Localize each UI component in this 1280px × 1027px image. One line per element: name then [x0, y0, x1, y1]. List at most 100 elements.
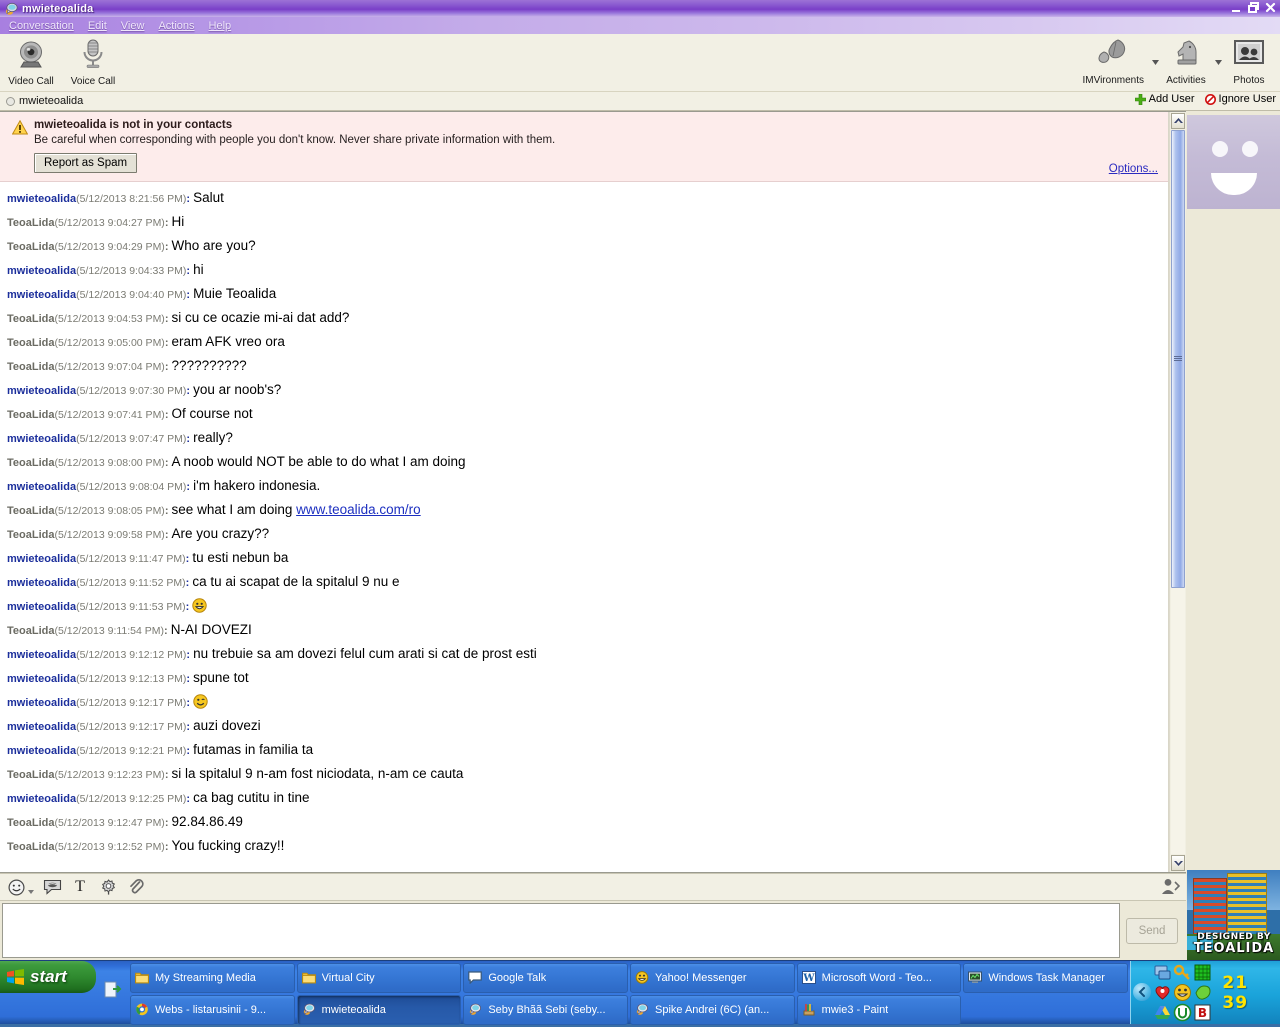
toolbar-right-group: IMVironments Activities — [1076, 36, 1276, 86]
restore-icon[interactable] — [1247, 1, 1260, 14]
taskbar-item[interactable]: Virtual City — [297, 963, 462, 993]
utorrent-icon[interactable] — [1173, 1003, 1192, 1022]
menu-view[interactable]: View — [116, 19, 154, 33]
menu-actions[interactable]: Actions — [153, 19, 203, 33]
add-user-button[interactable]: Add User — [1135, 93, 1195, 105]
buzz-icon[interactable] — [42, 877, 62, 897]
tray-clock[interactable]: 21 39 — [1222, 973, 1280, 1013]
minimize-icon[interactable] — [1230, 1, 1243, 14]
userrow-actions: Add User Ignore User — [1135, 93, 1276, 105]
message-separator: : — [164, 625, 171, 637]
taskbar-item[interactable]: Google Talk — [463, 963, 628, 993]
messenger-heart-icon[interactable] — [1153, 983, 1172, 1002]
send-button[interactable]: Send — [1126, 918, 1178, 944]
menu-view-label: View — [121, 20, 145, 32]
taskbar-item[interactable]: WMicrosoft Word - Teo... — [797, 963, 962, 993]
scroll-up-button[interactable] — [1171, 113, 1185, 129]
imvironments-button[interactable]: IMVironments — [1076, 36, 1150, 86]
menu-edit[interactable]: Edit — [83, 19, 116, 33]
video-call-button[interactable]: Video Call — [0, 37, 62, 87]
b-red-icon[interactable]: B — [1193, 1003, 1212, 1022]
message-timestamp: (5/12/2013 9:12:13 PM) — [76, 673, 186, 685]
taskbar-item[interactable]: My Streaming Media — [130, 963, 295, 993]
message-text: si cu ce ocazie mi-ai dat add? — [172, 310, 350, 325]
add-user-label: Add User — [1149, 93, 1195, 105]
message-timestamp: (5/12/2013 9:12:25 PM) — [76, 793, 186, 805]
scroll-down-button[interactable] — [1171, 855, 1185, 871]
text-font-icon[interactable]: T — [70, 877, 90, 897]
message-separator: : — [165, 313, 172, 325]
message-timestamp: (5/12/2013 9:08:00 PM) — [54, 457, 164, 469]
taskbar-item[interactable]: Seby Bhãã Sebi (seby... — [463, 995, 628, 1025]
options-link[interactable]: Options... — [1109, 163, 1158, 175]
message-text: Hi — [172, 214, 185, 229]
chevron-down-icon[interactable] — [1152, 52, 1159, 57]
emoticon-icon[interactable] — [6, 877, 26, 897]
conversation-scrollbar[interactable] — [1169, 112, 1186, 872]
message-sender: TeoaLida — [7, 505, 54, 517]
start-button[interactable]: start — [0, 961, 96, 993]
ignore-user-button[interactable]: Ignore User — [1205, 93, 1276, 105]
green-grid-icon[interactable] — [1193, 963, 1212, 982]
message-timestamp: (5/12/2013 9:11:54 PM) — [54, 625, 164, 637]
activities-label: Activities — [1166, 75, 1205, 86]
message-body-text: si la spitalul 9 n-am fost niciodata, n-… — [172, 766, 464, 781]
message-body-text: you ar noob's? — [193, 382, 281, 397]
contact-card-icon[interactable] — [1160, 877, 1180, 900]
message-sender: TeoaLida — [7, 241, 54, 253]
yahoo-smiley-icon[interactable] — [1173, 983, 1192, 1002]
svg-text:W: W — [802, 973, 815, 984]
settings-gear-icon[interactable] — [98, 877, 118, 897]
chevron-down-icon[interactable] — [28, 881, 34, 899]
green-check-icon[interactable] — [1193, 983, 1212, 1002]
message-input[interactable] — [3, 904, 1119, 957]
microphone-icon — [77, 39, 109, 74]
menu-conversation[interactable]: Conversation — [4, 19, 83, 33]
conversation-tab-label[interactable]: mwieteoalida — [19, 95, 83, 107]
network-icon[interactable] — [1153, 963, 1172, 982]
show-desktop-icon[interactable] — [104, 981, 122, 1004]
taskbar-item[interactable]: Windows Task Manager — [963, 963, 1128, 993]
message-row: TeoaLida(5/12/2013 9:04:29 PM): Who are … — [0, 234, 1168, 258]
message-timestamp: (5/12/2013 9:11:53 PM) — [76, 601, 186, 613]
attachment-paperclip-icon[interactable] — [126, 877, 146, 897]
message-link[interactable]: www.teoalida.com/ro — [296, 502, 421, 517]
gtalk-icon — [468, 971, 483, 986]
message-timestamp: (5/12/2013 9:12:47 PM) — [54, 817, 164, 829]
message-timestamp: (5/12/2013 9:12:12 PM) — [76, 649, 186, 661]
report-as-spam-button[interactable]: Report as Spam — [34, 153, 137, 173]
message-row: TeoaLida(5/12/2013 9:08:00 PM): A noob w… — [0, 450, 1168, 474]
message-timestamp: (5/12/2013 9:12:21 PM) — [76, 745, 186, 757]
photos-button[interactable]: Photos — [1222, 36, 1276, 86]
message-row: TeoaLida(5/12/2013 9:07:41 PM): Of cours… — [0, 402, 1168, 426]
close-icon[interactable] — [1264, 1, 1277, 14]
message-timestamp: (5/12/2013 8:21:56 PM) — [76, 193, 186, 205]
message-sender: TeoaLida — [7, 769, 54, 781]
message-timestamp: (5/12/2013 9:04:53 PM) — [54, 313, 164, 325]
scrollbar-track[interactable] — [1171, 130, 1185, 854]
taskbar-item[interactable]: Spike Andrei (6C) (an... — [630, 995, 795, 1025]
taskbar-item[interactable]: Yahoo! Messenger — [630, 963, 795, 993]
conversation-scroll-area: mwieteoalida is not in your contacts Be … — [0, 112, 1169, 872]
message-text — [193, 694, 208, 709]
taskbar-item[interactable]: Webs - listarusinii - 9... — [130, 995, 295, 1025]
message-sender: TeoaLida — [7, 409, 54, 421]
tray-expand-icon[interactable] — [1133, 983, 1151, 1001]
taskbar-item[interactable]: mwie3 - Paint — [797, 995, 962, 1025]
message-sender: mwieteoalida — [7, 385, 76, 397]
taskbar-item[interactable]: mwieteoalida — [297, 995, 462, 1025]
message-separator: : — [165, 817, 172, 829]
taskbar-item-label: mwieteoalida — [322, 1004, 386, 1016]
security-key-icon[interactable] — [1173, 963, 1192, 982]
promo-banner[interactable]: DESIGNED BY TEOALIDA — [1187, 870, 1280, 960]
message-input-wrapper[interactable] — [2, 903, 1120, 958]
taskmanager-icon — [968, 971, 983, 986]
voice-call-button[interactable]: Voice Call — [62, 37, 124, 87]
activities-button[interactable]: Activities — [1159, 36, 1213, 86]
scrollbar-thumb[interactable] — [1171, 130, 1185, 588]
menu-help[interactable]: Help — [204, 19, 241, 33]
message-body-text: Salut — [193, 190, 224, 205]
chevron-down-icon[interactable] — [1215, 52, 1222, 57]
message-body-text: Of course not — [172, 406, 253, 421]
google-drive-icon[interactable] — [1153, 1003, 1172, 1022]
